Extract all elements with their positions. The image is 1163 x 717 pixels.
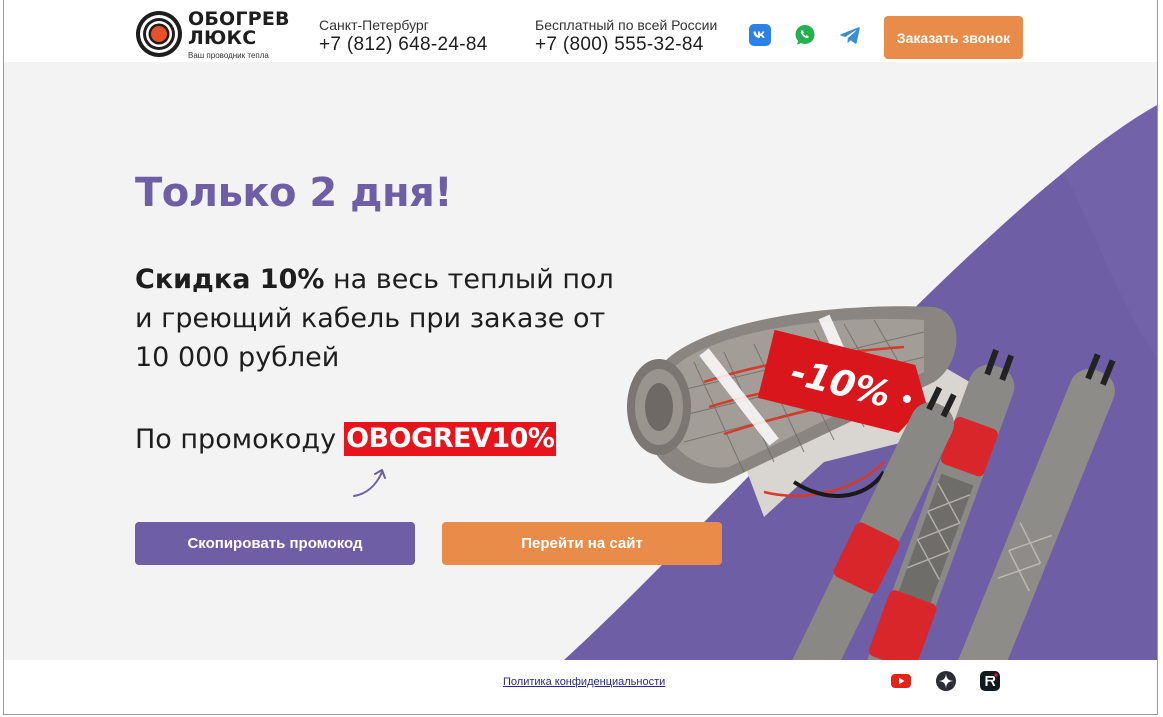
promo-hero: -10% Только 2 дня! Скидка 10% на весь те… xyxy=(4,62,1157,660)
contact-spb: Санкт-Петербург +7 (812) 648-24-84 xyxy=(319,17,488,57)
logo-title-line2: ЛЮКС xyxy=(188,27,257,49)
contact-russia-phone[interactable]: +7 (800) 555-32-84 xyxy=(535,33,717,57)
copy-promo-button[interactable]: Скопировать промокод xyxy=(135,522,415,565)
curved-arrow-icon xyxy=(353,469,386,497)
promo-line: По промокоду OBOGREV10% xyxy=(135,422,557,456)
privacy-policy-link[interactable]: Политика конфиденциальности xyxy=(503,676,665,688)
contact-russia-label: Бесплатный по всей России xyxy=(535,17,718,33)
telegram-icon[interactable] xyxy=(839,24,861,46)
site-header: ОБОГРЕВ ЛЮКС Ваш проводник тепла Санкт-П… xyxy=(4,0,1157,62)
promo-prefix: По промокоду xyxy=(135,423,337,455)
vk-icon[interactable] xyxy=(749,24,771,46)
contact-russia: Бесплатный по всей России +7 (800) 555-3… xyxy=(535,17,717,57)
contact-spb-label: Санкт-Петербург xyxy=(319,17,429,33)
logo[interactable]: ОБОГРЕВ ЛЮКС Ваш проводник тепла xyxy=(135,10,295,60)
discount-highlight: Скидка 10% xyxy=(135,264,325,295)
rutube-icon[interactable] xyxy=(979,670,1001,692)
whatsapp-icon[interactable] xyxy=(794,24,816,46)
go-to-site-button[interactable]: Перейти на сайт xyxy=(442,522,722,565)
site-footer: Политика конфиденциальности xyxy=(4,660,1157,714)
logo-tagline: Ваш проводник тепла xyxy=(188,51,269,60)
page-frame: ОБОГРЕВ ЛЮКС Ваш проводник тепла Санкт-П… xyxy=(3,0,1158,715)
dzen-icon[interactable] xyxy=(935,670,957,692)
youtube-icon[interactable] xyxy=(890,670,912,692)
promo-code[interactable]: OBOGREV10% xyxy=(344,422,557,456)
target-rings-icon xyxy=(136,11,182,57)
logo-title: ОБОГРЕВ ЛЮКС xyxy=(188,10,290,48)
hero-description: Скидка 10% на весь теплый пол и греющий … xyxy=(135,260,635,377)
contact-spb-phone[interactable]: +7 (812) 648-24-84 xyxy=(319,33,488,57)
hero-title: Только 2 дня! xyxy=(135,170,453,216)
callback-button[interactable]: Заказать звонок xyxy=(884,16,1023,59)
